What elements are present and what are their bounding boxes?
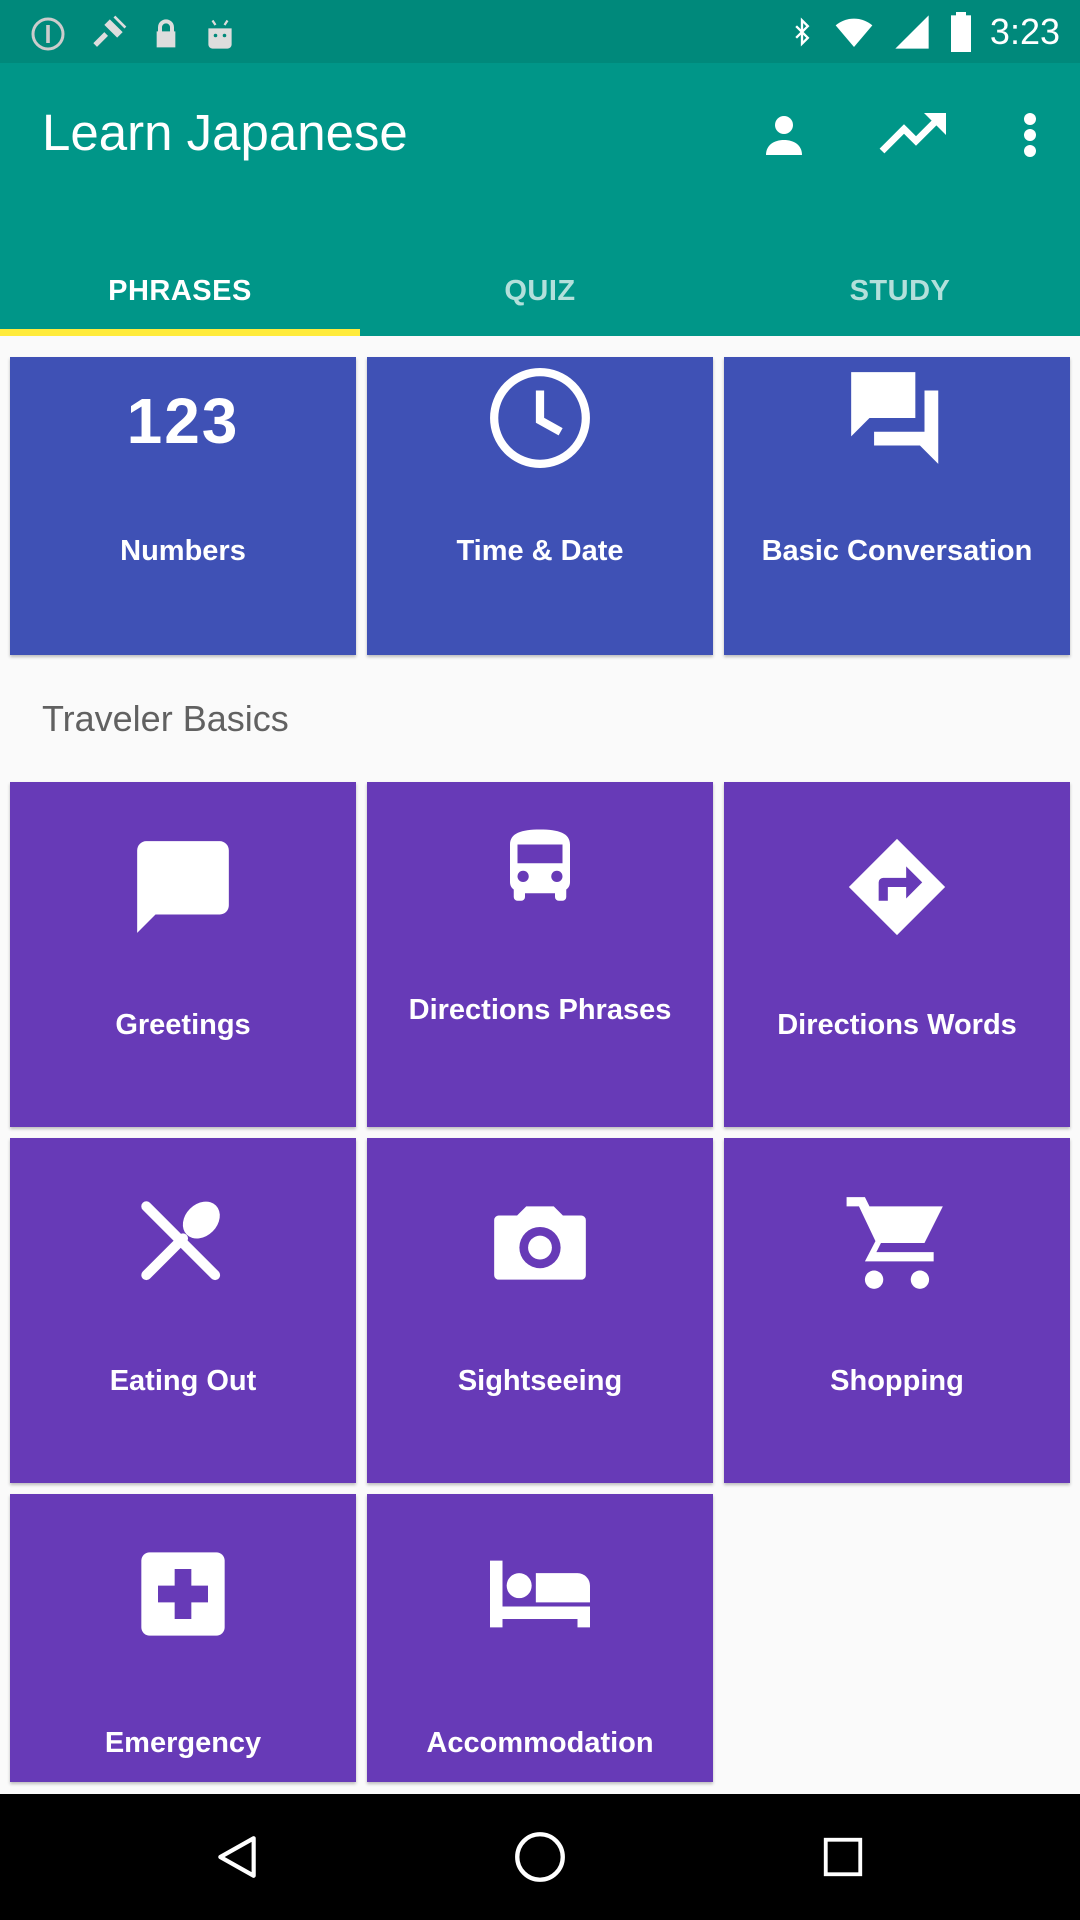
status-notifications	[30, 12, 238, 56]
directions-sign-icon	[848, 838, 946, 936]
bluetooth-icon	[795, 17, 810, 47]
category-tile-sightseeing[interactable]: Sightseeing	[367, 1138, 713, 1483]
back-icon	[218, 1836, 256, 1878]
category-tile-greetings[interactable]: Greetings	[10, 782, 356, 1127]
category-tile-eating-out[interactable]: Eating Out	[10, 1138, 356, 1483]
category-label: Shopping	[830, 1365, 964, 1397]
progress-button[interactable]	[878, 99, 950, 171]
lock-icon	[156, 19, 176, 48]
account-icon	[766, 116, 802, 155]
more-vert-icon	[1024, 113, 1036, 157]
signal-icon	[895, 15, 929, 49]
status-system: 3:23	[788, 10, 1060, 54]
category-tile-directions-words[interactable]: Directions Words	[724, 782, 1070, 1127]
utensils-icon	[141, 1201, 221, 1281]
home-icon	[515, 1832, 565, 1882]
trending-up-icon	[879, 113, 946, 154]
system-nav-bar	[0, 1794, 1080, 1920]
cart-icon	[846, 1197, 943, 1289]
message-icon	[137, 841, 229, 933]
section-title: Traveler Basics	[42, 698, 289, 739]
tab-phrases[interactable]: PHRASES	[0, 273, 360, 336]
category-label: Directions Phrases	[408, 994, 672, 1026]
tab-study[interactable]: STUDY	[720, 273, 1080, 336]
android-icon	[208, 19, 232, 49]
category-tile-accommodation[interactable]: Accommodation	[367, 1494, 713, 1782]
category-tile-shopping[interactable]: Shopping	[724, 1138, 1070, 1483]
numbers-123-icon: 123	[128, 385, 238, 457]
chat-bubbles-icon	[851, 372, 939, 464]
category-label: Numbers	[120, 535, 246, 567]
recents-button[interactable]	[810, 1824, 876, 1890]
wifi-icon	[835, 18, 873, 47]
category-tile-numbers[interactable]: 123 Numbers	[10, 357, 356, 655]
clock-icon	[490, 368, 590, 468]
category-label: Sightseeing	[457, 1365, 623, 1397]
category-label: Accommodation	[426, 1727, 654, 1759]
category-tile-time-date[interactable]: Time & Date	[367, 357, 713, 655]
app-title: Learn Japanese	[42, 104, 408, 161]
category-label: Time & Date	[456, 535, 624, 567]
category-tile-basic-conversation[interactable]: Basic Conversation	[724, 357, 1070, 655]
category-label: Emergency	[104, 1727, 262, 1759]
category-tile-directions-phrases[interactable]: Directions Phrases	[367, 782, 713, 1127]
recents-icon	[823, 1837, 863, 1877]
tab-bar: PHRASES QUIZ STUDY	[0, 273, 1080, 336]
battery-icon	[950, 12, 971, 52]
traveler-categories-grid: Greetings Directions Phrases Directions …	[10, 782, 1070, 1782]
svg-text:123: 123	[128, 385, 238, 457]
bed-icon	[490, 1560, 590, 1628]
more-options-button[interactable]	[1000, 99, 1060, 171]
first-aid-icon	[141, 1552, 225, 1636]
account-button[interactable]	[748, 99, 820, 171]
home-button[interactable]	[507, 1824, 573, 1890]
category-label: Eating Out	[109, 1365, 257, 1397]
bus-icon	[510, 829, 570, 901]
alert-circle-icon	[31, 17, 65, 51]
back-button[interactable]	[204, 1824, 270, 1890]
camera-icon	[494, 1206, 586, 1280]
category-tile-emergency[interactable]: Emergency	[10, 1494, 356, 1782]
category-label: Greetings	[115, 1009, 251, 1041]
app-bar: Learn Japanese PHRASES QUIZ STUDY	[0, 63, 1080, 336]
tab-quiz[interactable]: QUIZ	[360, 273, 720, 336]
status-time: 3:23	[989, 11, 1060, 52]
category-label: Basic Conversation	[761, 535, 1033, 567]
category-label: Directions Words	[777, 1009, 1017, 1041]
fake-gps-icon	[93, 15, 127, 47]
top-categories-grid: 123 Numbers Time & Date Basic Conversati…	[10, 357, 1070, 655]
status-bar: 3:23	[0, 0, 1080, 63]
